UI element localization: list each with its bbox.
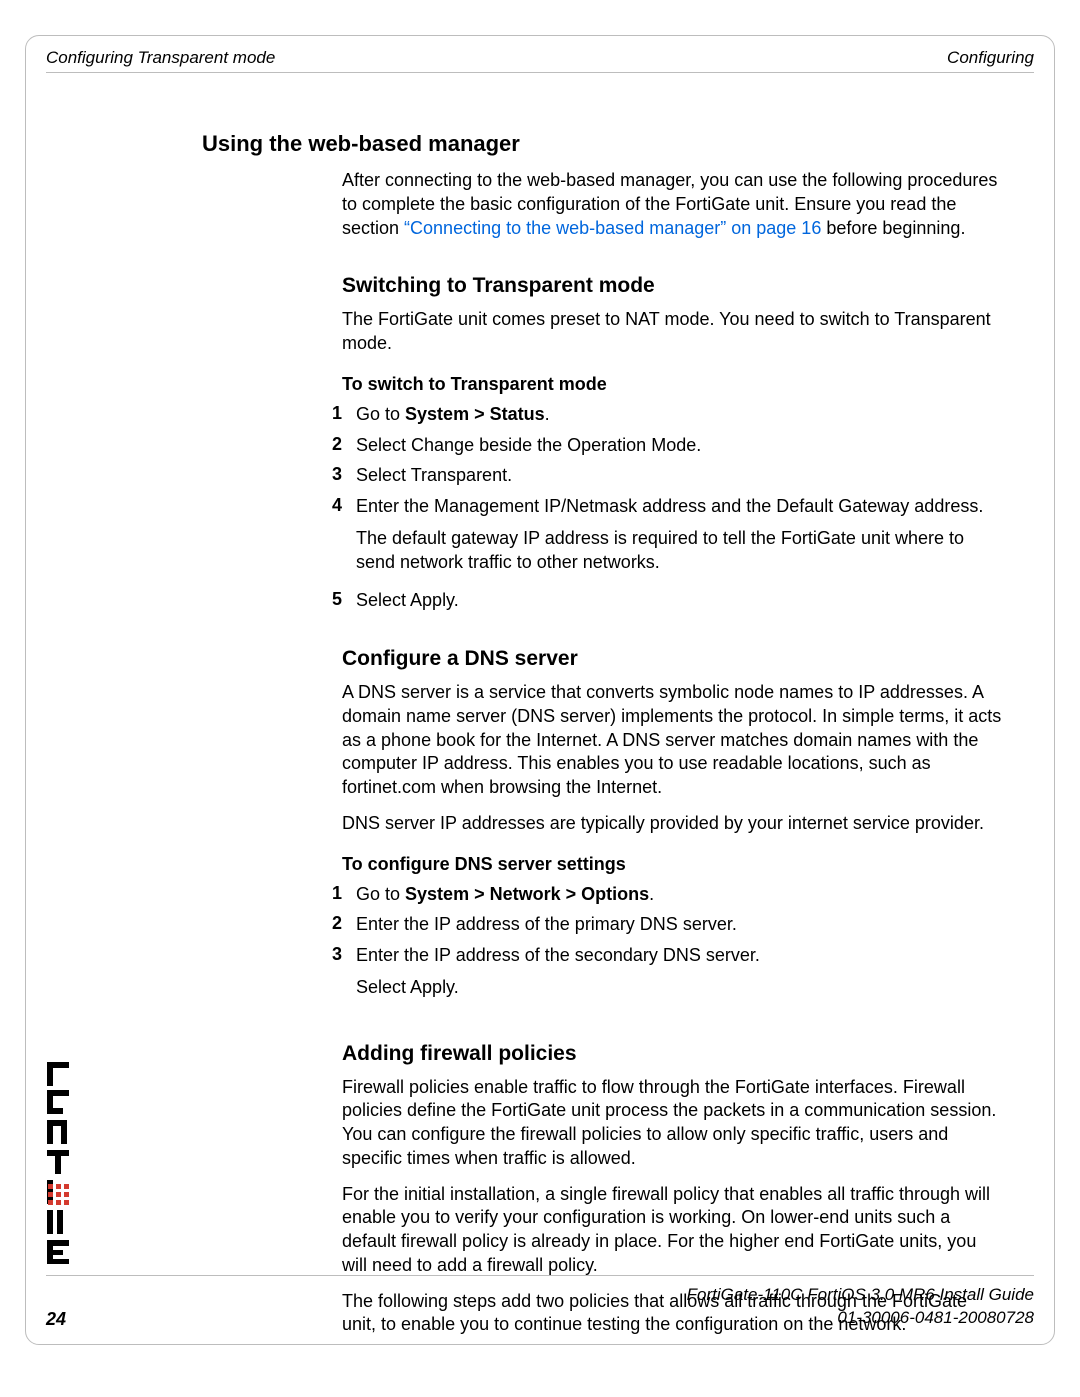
step-number: 2 bbox=[310, 913, 356, 934]
list-item: 3 Select Transparent. bbox=[310, 464, 1002, 488]
list-item: 1 Go to System > Status. bbox=[310, 403, 1002, 427]
step-number: 3 bbox=[310, 944, 356, 965]
task-heading-switch-transparent: To switch to Transparent mode bbox=[342, 374, 1002, 395]
paragraph: DNS server IP addresses are typically pr… bbox=[342, 812, 1002, 836]
footer-rule bbox=[46, 1275, 1034, 1276]
step-text: Enter the IP address of the primary DNS … bbox=[356, 913, 1002, 937]
footer-title: FortiGate-110C FortiOS 3.0 MR6 Install G… bbox=[687, 1285, 1034, 1304]
step-followup: The default gateway IP address is requir… bbox=[356, 527, 1002, 575]
list-item: 2 Enter the IP address of the primary DN… bbox=[310, 913, 1002, 937]
header-left: Configuring Transparent mode bbox=[46, 48, 275, 68]
running-header: Configuring Transparent mode Configuring bbox=[46, 48, 1034, 68]
cross-reference-link[interactable]: “Connecting to the web-based manager” on… bbox=[404, 218, 821, 238]
list-item: 2 Select Change beside the Operation Mod… bbox=[310, 434, 1002, 458]
list-item: 5 Select Apply. bbox=[310, 589, 1002, 613]
main-content: Using the web-based manager After connec… bbox=[202, 131, 1002, 1349]
footer-docid: 01-30006-0481-20080728 bbox=[837, 1308, 1034, 1327]
heading-configure-dns: Configure a DNS server bbox=[342, 647, 1002, 671]
step-number: 5 bbox=[310, 589, 356, 610]
header-right: Configuring bbox=[947, 48, 1034, 68]
text-run: Go to bbox=[356, 884, 405, 904]
text-run: . bbox=[545, 404, 550, 424]
list-item: 4 Enter the Management IP/Netmask addres… bbox=[310, 495, 1002, 582]
list-item: 3 Enter the IP address of the secondary … bbox=[310, 944, 1002, 1008]
step-text: Go to System > Network > Options. bbox=[356, 883, 1002, 907]
step-text: Enter the Management IP/Netmask address … bbox=[356, 495, 1002, 582]
ordered-list-switch-transparent: 1 Go to System > Status. 2 Select Change… bbox=[310, 403, 1002, 613]
text-run: . bbox=[649, 884, 654, 904]
step-number: 4 bbox=[310, 495, 356, 516]
text-bold: System > Status bbox=[405, 404, 545, 424]
header-rule bbox=[46, 72, 1034, 73]
step-text: Select Change beside the Operation Mode. bbox=[356, 434, 1002, 458]
text-run: before beginning. bbox=[821, 218, 965, 238]
footer: 24 FortiGate-110C FortiOS 3.0 MR6 Instal… bbox=[46, 1275, 1034, 1330]
text-run: Enter the Management IP/Netmask address … bbox=[356, 496, 983, 516]
heading-using-web-manager: Using the web-based manager bbox=[202, 131, 1002, 157]
page-frame: Configuring Transparent mode Configuring… bbox=[25, 35, 1055, 1345]
text-run: Enter the IP address of the secondary DN… bbox=[356, 945, 760, 965]
heading-adding-firewall-policies: Adding firewall policies bbox=[342, 1042, 1002, 1066]
step-number: 3 bbox=[310, 464, 356, 485]
paragraph: Firewall policies enable traffic to flow… bbox=[342, 1076, 1002, 1171]
ordered-list-configure-dns: 1 Go to System > Network > Options. 2 En… bbox=[310, 883, 1002, 1008]
step-number: 1 bbox=[310, 403, 356, 424]
paragraph: For the initial installation, a single f… bbox=[342, 1183, 1002, 1278]
fortinet-logo-icon bbox=[45, 1062, 81, 1282]
text-run: Go to bbox=[356, 404, 405, 424]
task-heading-configure-dns: To configure DNS server settings bbox=[342, 854, 1002, 875]
step-text: Select Transparent. bbox=[356, 464, 1002, 488]
heading-switching-transparent: Switching to Transparent mode bbox=[342, 274, 1002, 298]
step-number: 2 bbox=[310, 434, 356, 455]
step-followup: Select Apply. bbox=[356, 976, 1002, 1000]
list-item: 1 Go to System > Network > Options. bbox=[310, 883, 1002, 907]
step-text: Enter the IP address of the secondary DN… bbox=[356, 944, 1002, 1008]
footer-doc-info: FortiGate-110C FortiOS 3.0 MR6 Install G… bbox=[687, 1284, 1034, 1330]
text-bold: System > Network > Options bbox=[405, 884, 649, 904]
paragraph: A DNS server is a service that converts … bbox=[342, 681, 1002, 800]
page-number: 24 bbox=[46, 1309, 66, 1330]
paragraph: The FortiGate unit comes preset to NAT m… bbox=[342, 308, 1002, 356]
paragraph: After connecting to the web-based manage… bbox=[342, 169, 1002, 240]
step-text: Go to System > Status. bbox=[356, 403, 1002, 427]
step-number: 1 bbox=[310, 883, 356, 904]
step-text: Select Apply. bbox=[356, 589, 1002, 613]
